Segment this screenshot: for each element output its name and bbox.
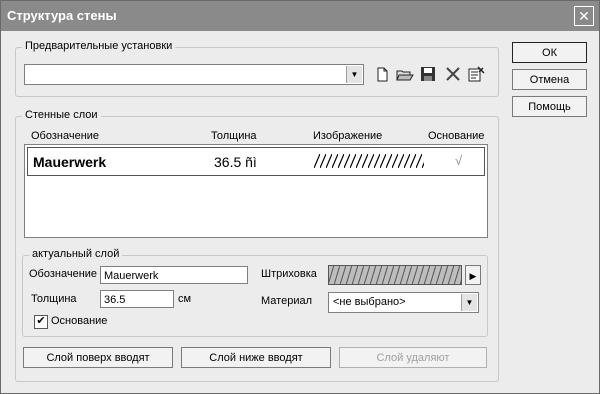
help-button[interactable]: Помощь <box>512 96 587 117</box>
thickness-field-label: Толщина <box>31 293 77 305</box>
hatch-label: Штриховка <box>261 268 317 280</box>
table-row[interactable]: Mauerwerk 36.5 ñì √ <box>27 147 485 176</box>
delete-x-icon[interactable] <box>444 66 462 82</box>
delete-layer-button[interactable]: Слой удаляют <box>339 347 487 368</box>
thickness-field[interactable]: 36.5 <box>100 290 174 308</box>
cancel-button[interactable]: Отмена <box>512 69 587 90</box>
chevron-down-icon[interactable]: ▼ <box>346 66 362 83</box>
window-title: Структура стены <box>7 8 117 23</box>
material-combo[interactable]: <не выбрано> ▼ <box>328 292 479 313</box>
hatch-arrow-button[interactable]: ▶ <box>465 265 481 285</box>
column-header-thickness[interactable]: Толщина <box>211 130 257 142</box>
material-combo-value: <не выбрано> <box>333 296 406 308</box>
column-header-base[interactable]: Основание <box>428 130 484 142</box>
column-header-name[interactable]: Обозначение <box>31 130 99 142</box>
hatch-swatch[interactable] <box>328 265 462 285</box>
chevron-down-icon[interactable]: ▼ <box>461 294 477 311</box>
close-button[interactable]: ✕ <box>574 6 594 26</box>
hatch-preview-image <box>314 154 424 168</box>
title-bar: Структура стены ✕ <box>1 1 599 31</box>
wall-structure-dialog: Структура стены ✕ Предварительные устано… <box>0 0 600 394</box>
properties-icon[interactable] <box>467 66 485 82</box>
add-layer-above-button[interactable]: Слой поверх вводят <box>23 347 173 368</box>
layer-thickness-cell: 36.5 ñì <box>214 154 257 170</box>
base-checkbox-label[interactable]: Основание <box>51 315 107 327</box>
current-layer-group-label: актуальный слой <box>29 248 123 260</box>
layer-name-cell: Mauerwerk <box>33 154 107 170</box>
presets-group-label: Предварительные установки <box>22 40 176 52</box>
column-header-image[interactable]: Изображение <box>313 130 382 142</box>
presets-combo[interactable]: ▼ <box>24 64 364 85</box>
new-file-icon[interactable] <box>373 66 391 82</box>
name-field[interactable]: Mauerwerk <box>100 266 248 284</box>
layers-list[interactable]: Mauerwerk 36.5 ñì √ <box>24 144 488 238</box>
wall-layers-group-label: Стенные слои <box>22 109 101 121</box>
base-checkbox[interactable]: ✔ <box>34 315 48 329</box>
ok-button[interactable]: ОК <box>512 42 587 63</box>
add-layer-below-button[interactable]: Слой ниже вводят <box>181 347 331 368</box>
open-folder-icon[interactable] <box>396 66 414 82</box>
base-check-mark-icon: √ <box>455 153 463 168</box>
material-label: Материал <box>261 295 312 307</box>
thickness-unit: см <box>178 293 192 305</box>
save-disk-icon[interactable] <box>419 66 437 82</box>
name-field-label: Обозначение <box>29 268 98 280</box>
